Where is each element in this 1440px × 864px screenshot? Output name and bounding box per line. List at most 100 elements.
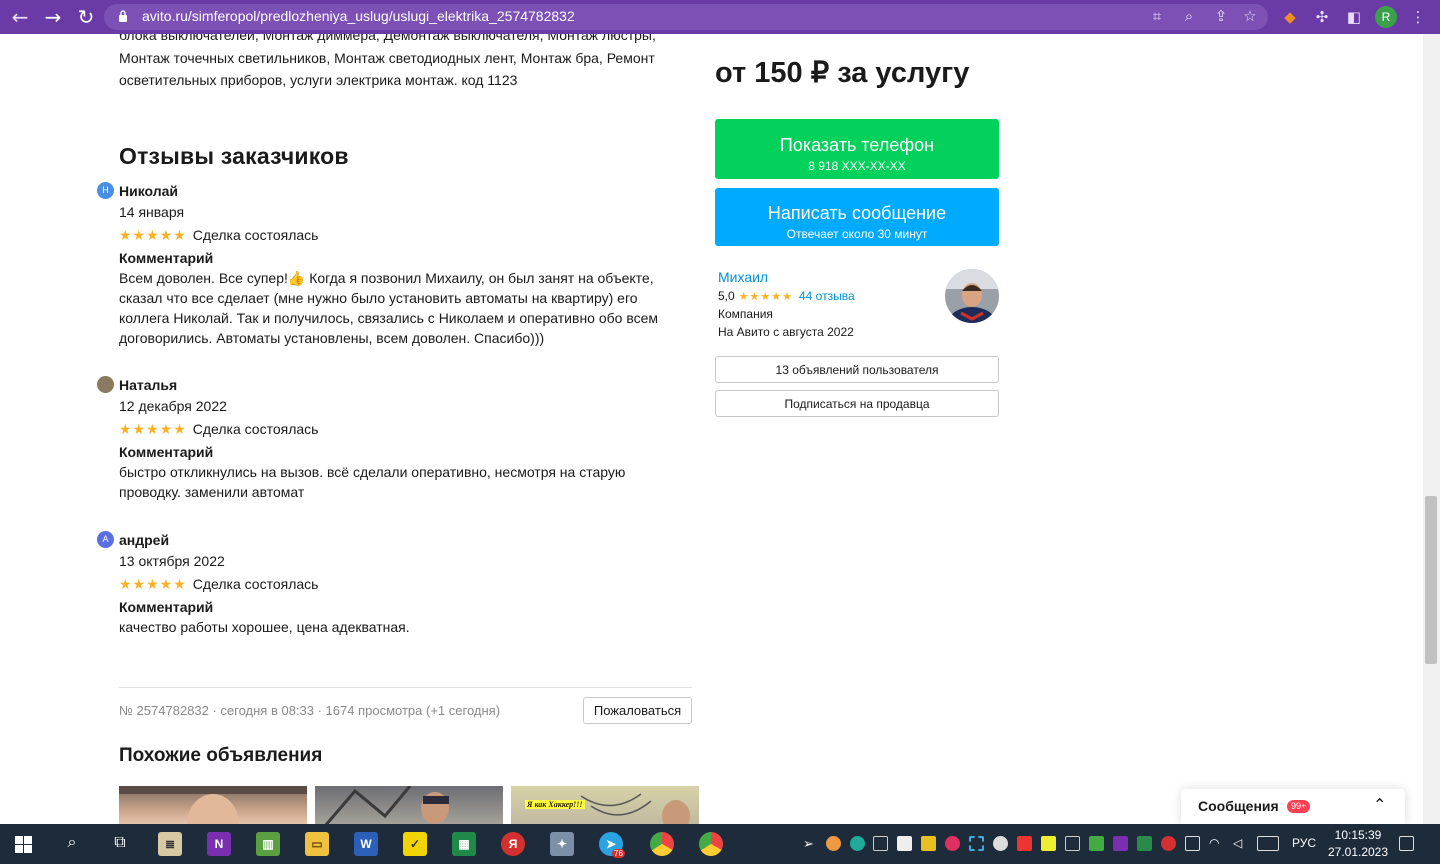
yandex-tray-icon[interactable] (1161, 836, 1176, 851)
battery-icon[interactable] (1185, 836, 1200, 851)
window-tray-icon[interactable] (1065, 836, 1080, 851)
menu-dots-icon[interactable]: ⋮ (1407, 6, 1429, 28)
similar-ads-heading: Похожие объявления (119, 745, 323, 766)
url-text: avito.ru/simferopol/predlozheniya_uslug/… (142, 8, 575, 24)
messages-label: Сообщения (1198, 798, 1279, 814)
chevron-up-icon[interactable]: ⌃ (1373, 795, 1386, 814)
back-arrow-icon[interactable]: ← (8, 5, 32, 29)
zoom-icon[interactable]: ⌕ (1178, 5, 1200, 27)
monitor-tray-icon[interactable] (873, 836, 888, 851)
rating-stars-icon: ★★★★★ (119, 226, 187, 243)
language-indicator[interactable]: РУС (1292, 836, 1316, 850)
scrollbar[interactable] (1423, 34, 1440, 824)
yandex-browser-icon[interactable]: Я (501, 832, 525, 856)
similar-ad-thumbnail[interactable]: Я как Хаккер!!! (511, 786, 699, 824)
image-app-icon[interactable]: ✦ (550, 832, 574, 856)
complain-button[interactable]: Пожаловаться (583, 697, 692, 724)
write-message-button[interactable]: Написать сообщение Отвечает около 30 мин… (715, 188, 999, 246)
review-item: Наталья 12 декабря 2022 ★★★★★ Сделка сос… (97, 376, 689, 502)
bookmark-star-icon[interactable]: ☆ (1239, 5, 1261, 27)
review-date: 13 октября 2022 (119, 553, 225, 569)
lock-icon (119, 10, 127, 22)
reviewer-avatar: А (97, 531, 114, 548)
reviewer-avatar: Н (97, 182, 114, 199)
notes-tray-icon[interactable] (921, 836, 936, 851)
review-rating: ★★★★★ Сделка состоялась (119, 416, 689, 442)
chart-app-icon[interactable]: ▥ (256, 832, 280, 856)
onenote-tray-icon[interactable] (1113, 836, 1128, 851)
response-time: Отвечает около 30 минут (786, 226, 928, 241)
seller-avatar[interactable] (945, 269, 999, 323)
messages-count-badge: 99+ (1287, 800, 1311, 813)
similar-ad-thumbnail[interactable] (119, 786, 307, 824)
chrome-tray-icon[interactable] (826, 836, 841, 851)
seller-stars-icon: ★★★★★ (738, 290, 793, 303)
reload-icon[interactable]: ↻ (74, 5, 98, 29)
user-ads-button[interactable]: 13 объявлений пользователя (715, 356, 999, 383)
fx-tray-icon[interactable] (1137, 836, 1152, 851)
forward-arrow-icon[interactable]: → (41, 5, 65, 29)
block-tray-icon[interactable] (993, 836, 1008, 851)
search-icon[interactable]: ⌕ (60, 832, 84, 856)
seller-photo-icon (945, 269, 999, 323)
review-comment: быстро откликнулись на вызов. всё сделал… (119, 464, 626, 500)
chrome-icon[interactable] (650, 832, 674, 856)
onenote-icon[interactable]: N (207, 832, 231, 856)
share-icon[interactable]: ⇪ (1210, 5, 1232, 27)
deal-status: Сделка состоялась (192, 576, 319, 592)
clock-date[interactable]: 27.01.2023 (1327, 845, 1389, 859)
review-date: 14 января (119, 204, 185, 220)
translate-icon[interactable]: ⌗ (1146, 5, 1168, 27)
subscribe-seller-button[interactable]: Подписаться на продавца (715, 390, 999, 417)
metamask-extension-icon[interactable]: ◆ (1279, 6, 1301, 28)
shield-tray-icon[interactable] (850, 836, 865, 851)
reviewer-name[interactable]: андрей (119, 531, 689, 551)
review-comment: Всем доволен. Все супер!👍 Когда я позвон… (119, 270, 659, 346)
sticky-notes-icon[interactable]: ✓ (403, 832, 427, 856)
deal-status: Сделка состоялась (192, 227, 319, 243)
write-message-label: Написать сообщение (767, 202, 947, 223)
chrome-profile-icon[interactable] (699, 832, 723, 856)
side-panel-icon[interactable]: ◧ (1343, 6, 1365, 28)
notification-tray-icon[interactable] (1017, 836, 1032, 851)
reviewer-name[interactable]: Наталья (119, 376, 689, 396)
service-description: блока выключателей, Монтаж диммера, Демо… (119, 34, 656, 88)
telegram-badge: 76 (612, 849, 625, 858)
extensions-icon[interactable]: ✣ (1311, 6, 1333, 28)
sheets-icon[interactable]: ▦ (452, 832, 476, 856)
send-tray-icon[interactable]: ➢ (803, 836, 818, 851)
windows-start-icon[interactable] (15, 836, 32, 853)
review-rating: ★★★★★ Сделка состоялась (119, 222, 689, 248)
app-tray-icon[interactable] (945, 836, 960, 851)
word-icon[interactable]: W (354, 832, 378, 856)
address-bar[interactable]: avito.ru/simferopol/predlozheniya_uslug/… (104, 4, 1268, 30)
seller-since: На Авито с августа 2022 (718, 325, 854, 339)
person-photo-icon (119, 786, 307, 824)
wifi-icon[interactable]: ◠ (1209, 836, 1224, 851)
sticky-tray-icon[interactable] (1041, 836, 1056, 851)
notepad-icon[interactable]: ≣ (158, 832, 182, 856)
reviewer-name[interactable]: Николай (119, 182, 689, 202)
clock-time[interactable]: 10:15:39 (1327, 828, 1389, 842)
notifications-icon[interactable] (1399, 836, 1414, 851)
scrollbar-thumb[interactable] (1425, 496, 1437, 664)
seller-name-link[interactable]: Михаил (718, 269, 768, 285)
show-phone-button[interactable]: Показать телефон 8 918 XXX-XX-XX (715, 119, 999, 179)
keyboard-icon[interactable] (1257, 836, 1279, 851)
network-app-tray-icon[interactable] (1089, 836, 1104, 851)
browser-toolbar: ← → ↻ avito.ru/simferopol/predlozheniya_… (0, 0, 1440, 34)
review-item: Н Николай 14 января ★★★★★ Сделка состоял… (97, 182, 689, 348)
file-explorer-icon[interactable]: ▭ (305, 832, 329, 856)
task-view-icon[interactable]: ⧉ (108, 832, 132, 856)
similar-ad-thumbnail[interactable] (315, 786, 503, 824)
review-comment: качество работы хорошее, цена адекватная… (119, 619, 410, 635)
reviewer-avatar (97, 376, 114, 393)
comment-label: Комментарий (119, 250, 214, 266)
file-tray-icon[interactable] (897, 836, 912, 851)
seller-reviews-link[interactable]: 44 отзыва (799, 289, 855, 303)
volume-icon[interactable]: ◁ (1233, 836, 1248, 851)
messages-widget[interactable]: Сообщения 99+ ⌃ (1181, 789, 1405, 824)
screenshot-tray-icon[interactable] (969, 836, 984, 851)
profile-avatar[interactable]: R (1375, 6, 1397, 28)
review-rating: ★★★★★ Сделка состоялась (119, 571, 689, 597)
